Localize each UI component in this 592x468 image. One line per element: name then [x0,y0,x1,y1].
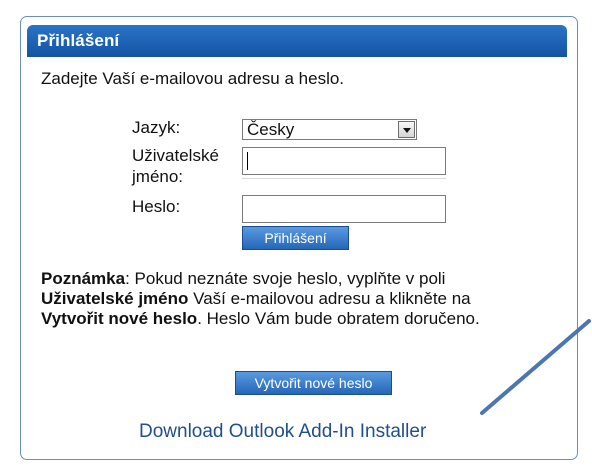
language-select[interactable]: Česky [242,119,417,140]
login-instructions: Zadejte Vaší e-mailovou adresu a heslo. [41,69,345,88]
username-label-line2: jméno: [132,167,184,186]
note-text-2: Vaší e-mailovou adresu a klikněte na [188,289,471,308]
note-button-name: Vytvořit nové heslo [41,309,198,328]
note-text-1: : Pokud neznáte svoje heslo, vyplňte v p… [125,269,446,288]
login-note: Poznámka: Pokud neznáte svoje heslo, vyp… [41,269,571,329]
password-input[interactable] [242,195,446,223]
reset-password-button[interactable]: Vytvořit nové heslo [235,371,392,395]
login-button[interactable]: Přihlášení [242,226,349,250]
note-label: Poznámka [41,269,126,288]
field-separator [242,178,446,179]
login-panel: Přihlášení Zadejte Vaší e-mailovou adres… [20,16,578,460]
note-text-3: . Heslo Vám bude obratem doručeno. [197,309,480,328]
language-label: Jazyk: [132,118,181,137]
language-select-value: Česky [247,120,295,139]
password-label: Heslo: [132,197,181,216]
note-field-name: Uživatelské jméno [41,289,189,308]
username-label-line1: Uživatelské [132,146,219,165]
download-installer-link[interactable]: Download Outlook Add-In Installer [139,421,426,443]
dropdown-arrow-icon[interactable] [398,121,415,138]
text-cursor [247,152,248,170]
username-input[interactable] [242,147,446,175]
panel-header: Přihlášení [27,25,567,57]
panel-title: Přihlášení [37,31,120,50]
chevron-down-icon [403,128,411,133]
